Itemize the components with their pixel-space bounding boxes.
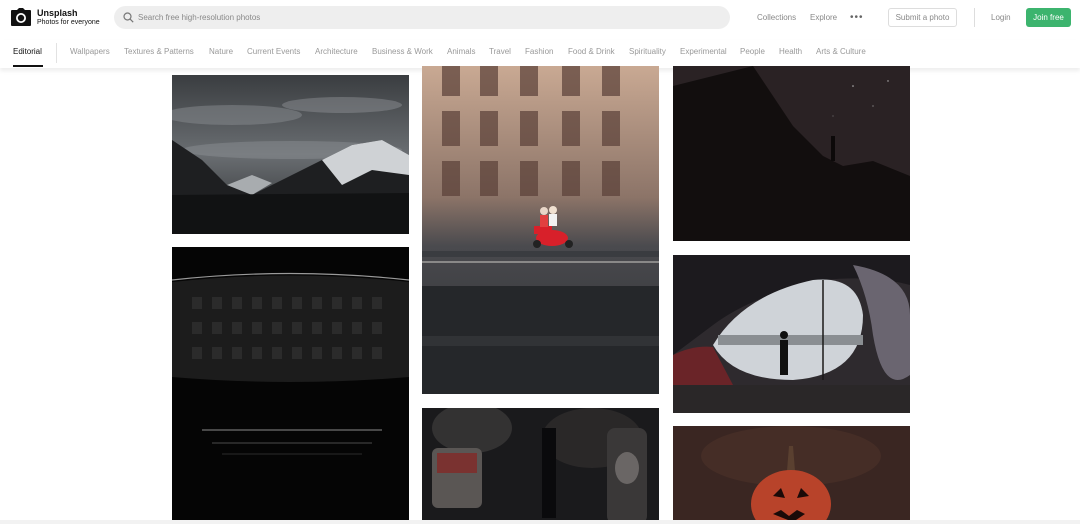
- tab-current-events[interactable]: Current Events: [247, 47, 300, 56]
- tab-experimental[interactable]: Experimental: [680, 47, 727, 56]
- tab-wallpapers[interactable]: Wallpapers: [70, 47, 110, 56]
- login-link[interactable]: Login: [991, 13, 1011, 22]
- active-tab-indicator: [13, 65, 43, 67]
- brand-title[interactable]: Unsplash: [37, 8, 100, 18]
- header-divider: [974, 8, 975, 27]
- photo-mountains[interactable]: [172, 75, 409, 234]
- search-icon: [123, 12, 134, 23]
- tab-arts-culture[interactable]: Arts & Culture: [816, 47, 866, 56]
- tab-architecture[interactable]: Architecture: [315, 47, 358, 56]
- brand[interactable]: Unsplash Photos for everyone: [37, 8, 100, 27]
- search-input[interactable]: [138, 6, 718, 29]
- nav-collections[interactable]: Collections: [757, 13, 796, 22]
- tab-animals[interactable]: Animals: [447, 47, 475, 56]
- camera-icon[interactable]: [11, 8, 31, 26]
- brand-subtitle: Photos for everyone: [37, 19, 100, 26]
- submit-photo-button[interactable]: Submit a photo: [888, 8, 957, 27]
- tab-food-drink[interactable]: Food & Drink: [568, 47, 615, 56]
- tab-people[interactable]: People: [740, 47, 765, 56]
- tab-editorial[interactable]: Editorial: [13, 47, 42, 56]
- tab-divider: [56, 43, 57, 63]
- tab-fashion[interactable]: Fashion: [525, 47, 553, 56]
- tab-nature[interactable]: Nature: [209, 47, 233, 56]
- more-menu-button[interactable]: •••: [850, 12, 864, 23]
- photo-building[interactable]: [172, 247, 409, 524]
- tab-spirituality[interactable]: Spirituality: [629, 47, 666, 56]
- tab-business-work[interactable]: Business & Work: [372, 47, 433, 56]
- top-header: Unsplash Photos for everyone Collections…: [0, 0, 1080, 36]
- photo-window[interactable]: [673, 255, 910, 413]
- bottom-scroll-edge: [0, 520, 1080, 524]
- photo-scooter[interactable]: [422, 66, 659, 394]
- nav-explore[interactable]: Explore: [810, 13, 837, 22]
- photo-pumpkin[interactable]: [673, 426, 910, 524]
- tab-textures-patterns[interactable]: Textures & Patterns: [124, 47, 194, 56]
- search-bar[interactable]: [114, 6, 730, 29]
- photo-night-cliff[interactable]: [673, 66, 910, 241]
- category-tabs: Editorial Wallpapers Textures & Patterns…: [0, 40, 1080, 68]
- tab-travel[interactable]: Travel: [489, 47, 511, 56]
- tab-health[interactable]: Health: [779, 47, 802, 56]
- join-free-button[interactable]: Join free: [1026, 8, 1071, 27]
- photo-bottles[interactable]: [422, 408, 659, 524]
